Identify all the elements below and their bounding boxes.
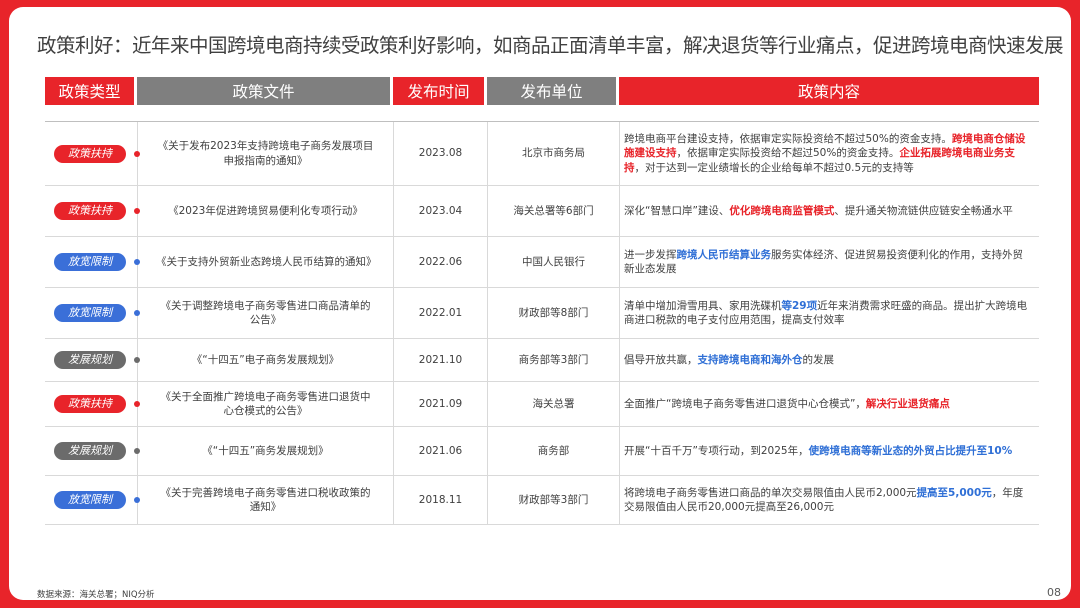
timeline-dot-icon — [134, 310, 140, 316]
header-policy-type: 政策类型 — [45, 77, 137, 105]
header-issuing-unit: 发布单位 — [487, 77, 619, 105]
highlighted-text: 支持跨境电商和海外仓 — [697, 353, 803, 366]
policy-content-cell: 倡导开放共赢，支持跨境电商和海外仓的发展 — [619, 339, 1039, 382]
release-date-cell: 2022.06 — [393, 237, 487, 288]
policy-type-cell: 发展规划 — [45, 339, 140, 382]
policy-type-cell: 放宽限制 — [45, 288, 140, 339]
header-spacer — [45, 105, 1039, 122]
policy-type-cell: 发展规划 — [45, 427, 140, 476]
policy-type-badge: 发展规划 — [54, 351, 126, 369]
release-date-cell: 2021.06 — [393, 427, 487, 476]
content-text: ，依据审定实际投资给不超过50%的资金支持。 — [676, 147, 900, 160]
page-title: 政策利好：近年来中国跨境电商持续受政策利好影响，如商品正面清单丰富，解决退货等行… — [37, 34, 1064, 57]
issuing-unit-cell: 财政部等8部门 — [487, 288, 619, 339]
policy-type-cell: 放宽限制 — [45, 476, 140, 525]
page-number: 08 — [1047, 586, 1061, 599]
content-text: 跨境电商平台建设支持，依据审定实际投资给不超过50%的资金支持。 — [624, 133, 952, 146]
timeline-dot-icon — [134, 401, 140, 407]
content-text: 开展“十百千万”专项行动，到2025年， — [624, 444, 809, 457]
content-text: 清单中增加滑雪用具、家用洗碟机 — [624, 299, 782, 312]
issuing-unit-cell: 海关总署等6部门 — [487, 186, 619, 237]
content-text: 深化“智慧口岸”建设、 — [624, 204, 730, 217]
policy-type-cell: 政策扶持 — [45, 382, 140, 427]
header-release-date: 发布时间 — [393, 77, 487, 105]
policy-table-body: 政策扶持 《关于发布2023年支持跨境电子商务发展项目申报指南的通知》 2023.0… — [45, 105, 1039, 525]
policy-table: 政策类型 政策文件 发布时间 发布单位 政策内容 政策扶持 《关于发布2023年支… — [45, 77, 1039, 525]
policy-document-cell: 《关于完善跨境电子商务零售进口税收政策的通知》 — [137, 476, 393, 525]
table-header-row: 政策类型 政策文件 发布时间 发布单位 政策内容 — [45, 77, 1039, 105]
highlighted-text: 提高至5,000元 — [916, 486, 992, 499]
release-date-cell: 2023.08 — [393, 122, 487, 186]
issuing-unit-cell: 海关总署 — [487, 382, 619, 427]
header-policy-document: 政策文件 — [137, 77, 393, 105]
policy-content-cell: 深化“智慧口岸”建设、优化跨境电商监管模式、提升通关物流链供应链安全畅通水平 — [619, 186, 1039, 237]
table-row: 放宽限制 《关于支持外贸新业态跨境人民币结算的通知》 2022.06 中国人民银行 进一… — [45, 237, 1039, 288]
content-text: 进一步发挥 — [624, 248, 677, 261]
policy-document-cell: 《关于调整跨境电子商务零售进口商品清单的公告》 — [137, 288, 393, 339]
policy-type-badge: 放宽限制 — [54, 253, 126, 271]
table-row: 放宽限制 《关于调整跨境电子商务零售进口商品清单的公告》 2022.01 财政部等8部… — [45, 288, 1039, 339]
release-date-cell: 2022.01 — [393, 288, 487, 339]
content-text: 全面推广“跨境电子商务零售进口退货中心仓模式”， — [624, 397, 866, 410]
table-row: 政策扶持 《2023年促进跨境贸易便利化专项行动》 2023.04 海关总署等6部门深… — [45, 186, 1039, 237]
timeline-dot-icon — [134, 448, 140, 454]
policy-type-cell: 放宽限制 — [45, 237, 140, 288]
content-text: 将跨境电子商务零售进口商品的单次交易限值由人民币2,000元 — [624, 486, 917, 499]
release-date-cell: 2018.11 — [393, 476, 487, 525]
table-row: 发展规划 《“十四五”电子商务发展规划》 2021.10 商务部等3部门 倡导开放共赢，… — [45, 339, 1039, 382]
slide: 政策利好：近年来中国跨境电商持续受政策利好影响，如商品正面清单丰富，解决退货等行… — [9, 7, 1071, 600]
data-source-note: 数据来源：海关总署；NIQ分析 — [37, 590, 155, 600]
timeline-dot-icon — [134, 357, 140, 363]
table-row: 政策扶持 《关于发布2023年支持跨境电子商务发展项目申报指南的通知》 2023.0… — [45, 122, 1039, 186]
policy-content-cell: 清单中增加滑雪用具、家用洗碟机等29项近年来消费需求旺盛的商品。提出扩大跨境电商… — [619, 288, 1039, 339]
policy-content-cell: 全面推广“跨境电子商务零售进口退货中心仓模式”，解决行业退货痛点 — [619, 382, 1039, 427]
policy-type-cell: 政策扶持 — [45, 186, 140, 237]
timeline-dot-icon — [134, 208, 140, 214]
release-date-cell: 2023.04 — [393, 186, 487, 237]
content-text: 、提升通关物流链供应链安全畅通水平 — [834, 204, 1013, 217]
highlighted-text: 优化跨境电商监管模式 — [729, 204, 835, 217]
policy-type-badge: 放宽限制 — [54, 304, 126, 322]
policy-content-cell: 开展“十百千万”专项行动，到2025年，使跨境电商等新业态的外贸占比提升至10% — [619, 427, 1039, 476]
issuing-unit-cell: 北京市商务局 — [487, 122, 619, 186]
issuing-unit-cell: 商务部 — [487, 427, 619, 476]
header-policy-content: 政策内容 — [619, 77, 1039, 105]
highlighted-text: 等29项 — [781, 299, 818, 312]
policy-document-cell: 《关于发布2023年支持跨境电子商务发展项目申报指南的通知》 — [137, 122, 393, 186]
content-text: 的发展 — [802, 353, 835, 366]
timeline-dot-icon — [134, 150, 140, 157]
policy-type-cell: 政策扶持 — [45, 122, 140, 186]
table-row: 放宽限制 《关于完善跨境电子商务零售进口税收政策的通知》 2018.11 财政部等3部… — [45, 476, 1039, 525]
policy-content-cell: 进一步发挥跨境人民币结算业务服务实体经济、促进贸易投资便利化的作用，支持外贸新业… — [619, 237, 1039, 288]
policy-document-cell: 《2023年促进跨境贸易便利化专项行动》 — [137, 186, 393, 237]
policy-content-cell: 将跨境电子商务零售进口商品的单次交易限值由人民币2,000元提高至5,000元，… — [619, 476, 1039, 525]
policy-document-cell: 《“十四五”商务发展规划》 — [137, 427, 393, 476]
policy-type-badge: 发展规划 — [54, 442, 126, 460]
policy-type-badge: 政策扶持 — [54, 395, 126, 413]
highlighted-text: 使跨境电商等新业态的外贸占比提升至10% — [808, 444, 1013, 457]
policy-document-cell: 《“十四五”电子商务发展规划》 — [137, 339, 393, 382]
issuing-unit-cell: 财政部等3部门 — [487, 476, 619, 525]
policy-document-cell: 《关于全面推广跨境电子商务零售进口退货中心仓模式的公告》 — [137, 382, 393, 427]
content-text: ，对于达到一定业绩增长的企业给每单不超过0.5元的支持等 — [634, 161, 914, 174]
policy-type-badge: 政策扶持 — [54, 144, 126, 163]
highlighted-text: 跨境人民币结算业务 — [676, 248, 772, 261]
table-row: 政策扶持 《关于全面推广跨境电子商务零售进口退货中心仓模式的公告》 2021.09 海… — [45, 382, 1039, 427]
table-row: 发展规划 《“十四五”商务发展规划》 2021.06 商务部 开展“十百千万”专项行动，… — [45, 427, 1039, 476]
timeline-dot-icon — [134, 259, 140, 265]
policy-type-badge: 政策扶持 — [54, 202, 126, 220]
policy-content-cell: 跨境电商平台建设支持，依据审定实际投资给不超过50%的资金支持。跨境电商仓储设施… — [619, 122, 1039, 186]
policy-document-cell: 《关于支持外贸新业态跨境人民币结算的通知》 — [137, 237, 393, 288]
issuing-unit-cell: 中国人民银行 — [487, 237, 619, 288]
release-date-cell: 2021.09 — [393, 382, 487, 427]
highlighted-text: 解决行业退货痛点 — [865, 397, 950, 410]
content-text: 倡导开放共赢， — [624, 353, 698, 366]
timeline-dot-icon — [134, 497, 140, 503]
policy-type-badge: 放宽限制 — [54, 491, 126, 509]
issuing-unit-cell: 商务部等3部门 — [487, 339, 619, 382]
release-date-cell: 2021.10 — [393, 339, 487, 382]
